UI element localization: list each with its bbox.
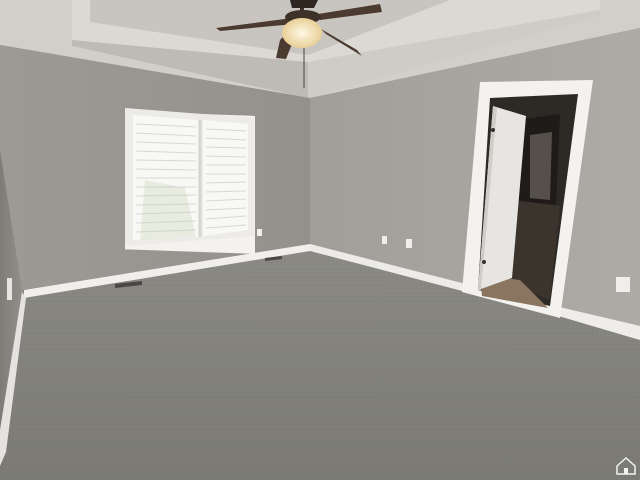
wall-outlet	[257, 229, 262, 236]
room-photo	[0, 0, 640, 480]
wall-outlet	[616, 277, 630, 292]
wall-outlet	[7, 278, 12, 300]
door-hinge	[491, 128, 495, 132]
wall-outlet	[406, 239, 412, 248]
wall-outlet	[382, 236, 387, 244]
door-hinge	[482, 260, 486, 264]
room-illustration	[0, 0, 640, 480]
window	[125, 108, 255, 254]
